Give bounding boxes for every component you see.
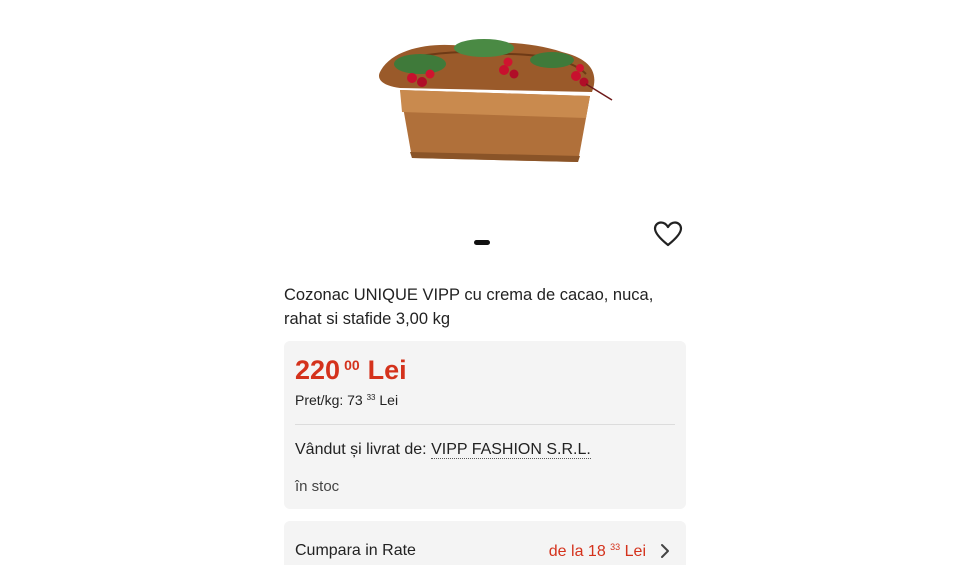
chevron-right-icon	[661, 544, 669, 558]
price: 220 00 Lei	[295, 354, 407, 386]
stock-status: în stoc	[295, 478, 340, 495]
price-card: 220 00 Lei Pret/kg: 73 33 Lei Vândut și …	[284, 341, 686, 509]
price-per-kg-decimals: 33	[366, 393, 376, 402]
installments-currency: Lei	[624, 543, 646, 560]
installments-button[interactable]: Cumpara in Rate de la 18 33 Lei	[284, 521, 686, 565]
price-decimals: 00	[344, 357, 360, 373]
installments-price: de la 18 33 Lei	[549, 542, 646, 561]
seller-link[interactable]: VIPP FASHION S.R.L.	[431, 441, 591, 459]
price-currency: Lei	[367, 355, 407, 385]
product-image[interactable]	[372, 30, 622, 175]
price-per-kg: Pret/kg: 73 33 Lei	[295, 392, 398, 408]
price-per-kg-label: Pret/kg: 73	[295, 392, 363, 408]
price-integer: 220	[295, 355, 341, 385]
product-title: Cozonac UNIQUE VIPP cu crema de cacao, n…	[284, 286, 654, 328]
heart-outline-icon[interactable]	[652, 220, 684, 248]
seller-row: Vândut și livrat de: VIPP FASHION S.R.L.	[295, 441, 591, 459]
installments-label: Cumpara in Rate	[295, 542, 416, 559]
carousel-indicator[interactable]	[474, 240, 490, 245]
price-per-kg-currency: Lei	[379, 392, 399, 408]
seller-label: Vândut și livrat de:	[295, 441, 427, 458]
product-page: Cozonac UNIQUE VIPP cu crema de cacao, n…	[0, 0, 970, 565]
installments-decimals: 33	[610, 542, 621, 552]
installments-prefix: de la 18	[548, 543, 606, 560]
divider	[295, 424, 675, 425]
